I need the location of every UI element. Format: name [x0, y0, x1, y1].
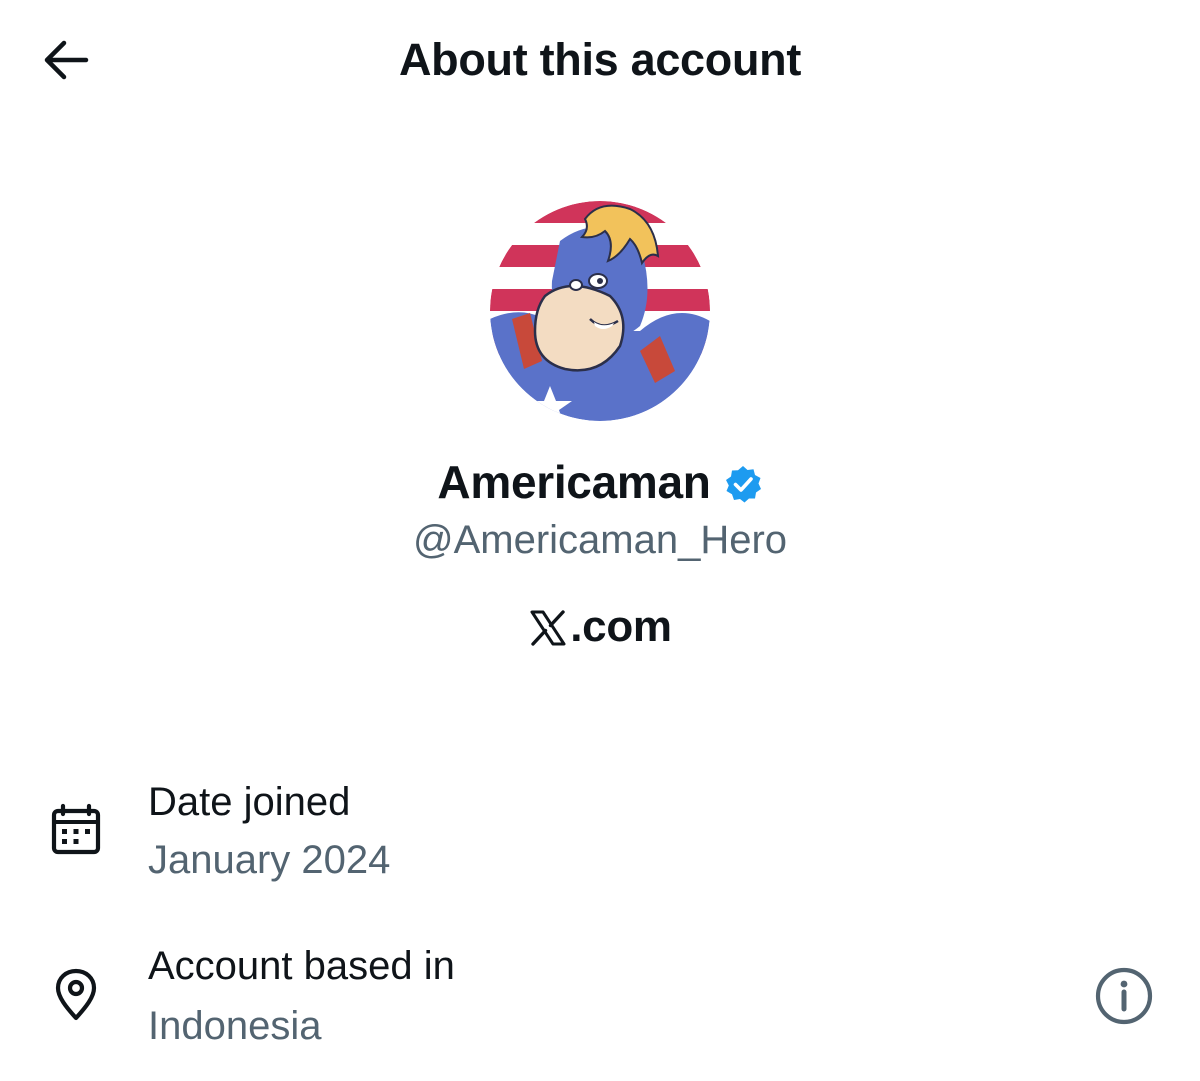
- date-joined-label: Date joined: [148, 780, 351, 824]
- avatar-image: [490, 201, 710, 421]
- user-handle: @Americaman_Hero: [412, 518, 788, 562]
- calendar-icon: [44, 798, 108, 862]
- account-location-value: Indonesia: [148, 1004, 322, 1048]
- location-pin-icon: [44, 962, 108, 1026]
- platform-link[interactable]: .com: [0, 602, 1200, 652]
- display-name: Americaman: [437, 456, 711, 508]
- info-button[interactable]: [1090, 962, 1158, 1030]
- profile-avatar[interactable]: [490, 201, 710, 421]
- account-location-row: Account based in Indonesia: [0, 942, 1200, 1052]
- info-icon: [1095, 967, 1153, 1025]
- date-joined-value: January 2024: [148, 838, 391, 882]
- x-logo-icon: [530, 610, 566, 646]
- platform-domain: .com: [570, 602, 672, 651]
- name-row: Americaman: [0, 455, 1200, 509]
- top-bar: About this account: [0, 0, 1200, 124]
- verified-badge-icon[interactable]: [723, 464, 763, 504]
- date-joined-row: Date joined January 2024: [0, 778, 1200, 888]
- account-location-label: Account based in: [148, 944, 455, 988]
- page-title: About this account: [398, 34, 802, 85]
